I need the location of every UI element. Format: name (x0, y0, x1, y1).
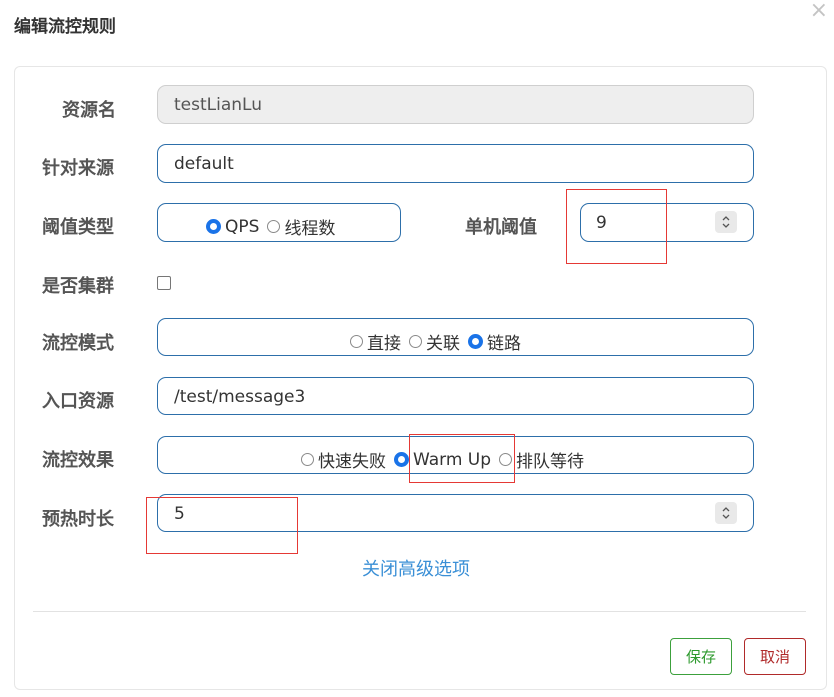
radio-thread-count-dot (267, 220, 281, 233)
dialog-title: 编辑流控规则 (14, 17, 116, 37)
threshold-spinner[interactable] (715, 211, 737, 233)
strategy-label: 流控模式 (42, 333, 114, 354)
strategy-group: 直接 关联 链路 (157, 318, 754, 356)
radio-relate-label: 关联 (426, 334, 460, 354)
radio-fast-fail-label: 快速失败 (318, 452, 386, 472)
cluster-mode-label: 是否集群 (42, 276, 114, 297)
radio-direct-label: 直接 (367, 334, 401, 354)
warmup-spinner[interactable] (715, 502, 737, 524)
radio-qps-dot (206, 219, 221, 234)
control-behavior-label: 流控效果 (42, 450, 114, 471)
threshold-type-label: 阈值类型 (42, 217, 114, 238)
radio-chain-label: 链路 (487, 334, 521, 354)
resource-name-label: 资源名 (62, 100, 116, 121)
cluster-mode-checkbox[interactable] (157, 276, 171, 290)
limit-app-label: 针对来源 (42, 158, 114, 179)
save-button[interactable]: 保存 (670, 638, 732, 675)
radio-relate[interactable]: 关联 (409, 329, 460, 354)
radio-fast-fail[interactable]: 快速失败 (301, 447, 386, 472)
close-icon[interactable]: × (810, 0, 828, 22)
spinner-arrows-icon (722, 216, 730, 228)
cancel-button[interactable]: 取消 (744, 638, 806, 675)
radio-direct-dot (350, 335, 363, 348)
threshold-value-label: 单机阈值 (465, 217, 537, 238)
radio-thread-count-label: 线程数 (284, 219, 336, 239)
resource-name-value: testLianLu (174, 95, 262, 115)
threshold-type-group: QPS 线程数 (157, 203, 401, 242)
limit-app-value: default (174, 154, 234, 174)
radio-warm-up-dot (394, 452, 409, 467)
radio-relate-dot (409, 335, 422, 348)
radio-direct[interactable]: 直接 (350, 329, 401, 354)
limit-app-input[interactable]: default (157, 144, 754, 183)
highlight-threshold (566, 189, 667, 264)
entry-resource-label: 入口资源 (42, 391, 114, 412)
warmup-period-label: 预热时长 (42, 509, 114, 530)
radio-fast-fail-dot (301, 453, 314, 466)
radio-chain[interactable]: 链路 (468, 329, 521, 354)
entry-resource-input[interactable]: /test/message3 (157, 377, 754, 415)
resource-name-input: testLianLu (157, 85, 754, 124)
radio-qps-label: QPS (225, 216, 260, 237)
radio-qps[interactable]: QPS (206, 217, 259, 237)
footer-divider (33, 611, 806, 612)
spinner-arrows-icon (722, 507, 730, 519)
radio-queue-label: 排队等待 (516, 452, 585, 472)
entry-resource-value: /test/message3 (174, 387, 306, 407)
highlight-warmup-period (146, 497, 298, 554)
radio-thread-count[interactable]: 线程数 (267, 214, 335, 239)
radio-chain-dot (468, 334, 483, 349)
toggle-advanced-link[interactable]: 关闭高级选项 (362, 555, 470, 581)
highlight-warm-up (409, 434, 515, 483)
